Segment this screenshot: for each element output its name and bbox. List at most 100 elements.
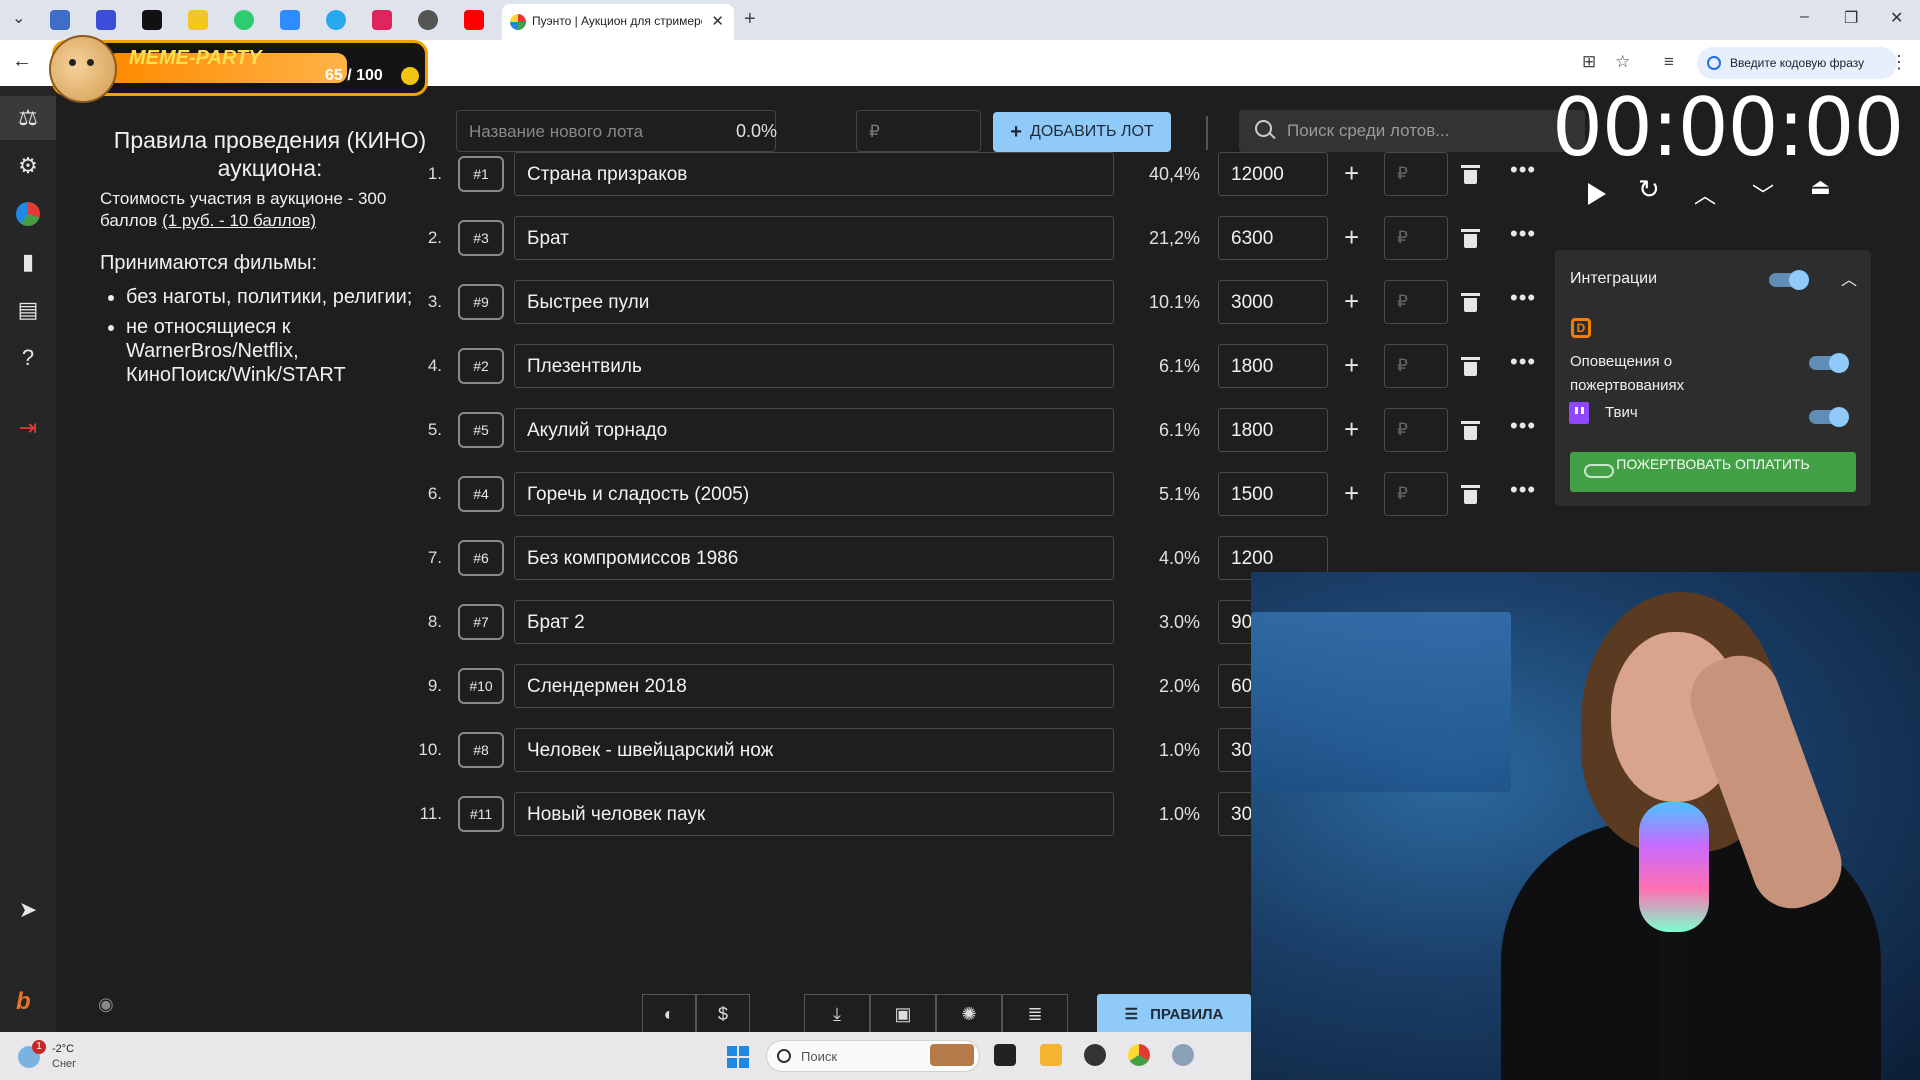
delete-trash-icon[interactable] <box>1458 290 1482 314</box>
lot-name-input[interactable]: Брат <box>514 216 1114 260</box>
close-window-icon[interactable]: ✕ <box>1890 8 1903 28</box>
timer-max-icon[interactable]: ⏏ <box>1810 174 1831 200</box>
timer-increase-icon[interactable]: ︿ <box>1694 178 1716 210</box>
dollar-icon[interactable]: $ <box>696 994 750 1034</box>
lot-amount-input[interactable]: 12000 <box>1218 152 1328 196</box>
passphrase-button[interactable]: Введите кодовую фразу <box>1697 47 1897 79</box>
save-icon[interactable]: ▣ <box>870 994 936 1034</box>
lot-amount-input[interactable]: 6300 <box>1218 216 1328 260</box>
taskbar-app-icon[interactable] <box>1084 1044 1106 1066</box>
statistics-bar-icon[interactable]: ▮ <box>0 240 56 284</box>
lot-search-input[interactable]: Поиск среди лотов... <box>1239 110 1585 152</box>
taskbar-widget-image[interactable] <box>930 1044 974 1066</box>
telegram-tab-icon[interactable] <box>326 10 346 30</box>
timer-decrease-icon[interactable]: ﹀ <box>1752 178 1774 210</box>
lot-add-amount-input[interactable]: ₽ <box>1384 152 1448 196</box>
lot-amount-input[interactable]: 1800 <box>1218 344 1328 388</box>
lot-add-amount-input[interactable]: ₽ <box>1384 216 1448 260</box>
github-icon[interactable]: ◐ <box>642 994 696 1034</box>
add-amount-plus-icon[interactable]: + <box>1344 414 1359 445</box>
settings-gear-icon[interactable]: ⚙ <box>0 144 56 188</box>
lot-amount-input[interactable]: 1500 <box>1218 472 1328 516</box>
delete-trash-icon[interactable] <box>1458 418 1482 442</box>
help-question-icon[interactable]: ? <box>0 336 56 380</box>
file-explorer-icon[interactable] <box>1040 1044 1062 1066</box>
settings-taskbar-icon[interactable] <box>1172 1044 1194 1066</box>
donate-button[interactable]: ПОЖЕРТВОВАТЬ ОПЛАТИТЬ <box>1570 452 1856 492</box>
lot-id-badge[interactable]: #2 <box>458 348 504 384</box>
youtube-tab-icon[interactable] <box>464 10 484 30</box>
lot-amount-input[interactable]: 1800 <box>1218 408 1328 452</box>
lot-name-input[interactable]: Горечь и сладость (2005) <box>514 472 1114 516</box>
restore-icon[interactable]: ❐ <box>1844 8 1858 28</box>
tab-favicon-3[interactable] <box>142 10 162 30</box>
close-tab-icon[interactable]: ✕ <box>711 12 724 30</box>
tab-favicon-2[interactable] <box>96 10 116 30</box>
new-lot-amount-input[interactable]: ₽ <box>856 110 981 152</box>
lot-id-badge[interactable]: #10 <box>458 668 504 704</box>
lot-add-amount-input[interactable]: ₽ <box>1384 408 1448 452</box>
delete-trash-icon[interactable] <box>1458 226 1482 250</box>
tab-favicon-6[interactable] <box>280 10 300 30</box>
reading-list-icon[interactable]: ≡ <box>1664 52 1674 72</box>
twitch-toggle[interactable] <box>1809 407 1849 427</box>
chrome-icon[interactable] <box>1128 1044 1150 1066</box>
lot-id-badge[interactable]: #11 <box>458 796 504 832</box>
lot-id-badge[interactable]: #5 <box>458 412 504 448</box>
add-amount-plus-icon[interactable]: + <box>1344 478 1359 509</box>
donations-toggle[interactable] <box>1809 353 1849 373</box>
integrations-toggle[interactable] <box>1769 270 1809 290</box>
add-amount-plus-icon[interactable]: + <box>1344 222 1359 253</box>
reset-icon[interactable]: ↻ <box>1638 174 1660 205</box>
more-options-icon[interactable]: ••• <box>1510 221 1536 247</box>
telegram-icon[interactable]: ➤ <box>0 888 56 932</box>
more-options-icon[interactable]: ••• <box>1510 477 1536 503</box>
lot-id-badge[interactable]: #4 <box>458 476 504 512</box>
task-view-icon[interactable] <box>994 1044 1016 1066</box>
delete-trash-icon[interactable] <box>1458 354 1482 378</box>
lot-id-badge[interactable]: #3 <box>458 220 504 256</box>
delete-trash-icon[interactable] <box>1458 482 1482 506</box>
lot-id-badge[interactable]: #1 <box>458 156 504 192</box>
tab-favicon-1[interactable] <box>50 10 70 30</box>
play-icon[interactable] <box>1588 183 1606 205</box>
new-tab-icon[interactable]: + <box>744 8 756 31</box>
tab-favicon-8[interactable] <box>372 10 392 30</box>
auction-gavel-icon[interactable]: ⚖ <box>0 96 56 140</box>
rules-button[interactable]: ☰ ПРАВИЛА <box>1097 994 1251 1034</box>
history-clipboard-icon[interactable]: ▤ <box>0 288 56 332</box>
active-tab[interactable]: Пуэнто | Аукцион для стримеров ✕ <box>502 4 734 40</box>
wheel-pie-icon[interactable] <box>0 192 56 236</box>
delete-trash-icon[interactable] <box>1458 162 1482 186</box>
chevron-up-icon[interactable]: ︿ <box>1841 266 1857 290</box>
bug-icon[interactable]: ✺ <box>936 994 1002 1034</box>
add-amount-plus-icon[interactable]: + <box>1344 350 1359 381</box>
clear-list-icon[interactable]: ≣ <box>1002 994 1068 1034</box>
more-options-icon[interactable]: ••• <box>1510 285 1536 311</box>
bookmark-star-icon[interactable]: ☆ <box>1615 52 1630 72</box>
windows-start-icon[interactable] <box>727 1046 749 1068</box>
lot-id-badge[interactable]: #9 <box>458 284 504 320</box>
new-lot-input[interactable]: Название нового лота <box>456 110 776 152</box>
translate-icon[interactable]: ⊞ <box>1582 52 1596 72</box>
add-amount-plus-icon[interactable]: + <box>1344 158 1359 189</box>
lot-name-input[interactable]: Быстрее пули <box>514 280 1114 324</box>
minimize-icon[interactable]: – <box>1800 8 1809 26</box>
lot-id-badge[interactable]: #6 <box>458 540 504 576</box>
lot-id-badge[interactable]: #8 <box>458 732 504 768</box>
visibility-eye-icon[interactable]: ◉ <box>98 994 114 1015</box>
lot-name-input[interactable]: Страна призраков <box>514 152 1114 196</box>
lot-id-badge[interactable]: #7 <box>458 604 504 640</box>
logout-icon[interactable]: ⇥ <box>0 406 56 450</box>
tab-favicon-5[interactable] <box>234 10 254 30</box>
lot-name-input[interactable]: Новый человек паук <box>514 792 1114 836</box>
lot-name-input[interactable]: Акулий торнадо <box>514 408 1114 452</box>
lot-name-input[interactable]: Без компромиссов 1986 <box>514 536 1114 580</box>
tab-favicon-9[interactable] <box>418 10 438 30</box>
tab-search-chevron-icon[interactable]: ⌄ <box>12 8 25 28</box>
lot-name-input[interactable]: Плезентвиль <box>514 344 1114 388</box>
add-lot-button[interactable]: + ДОБАВИТЬ ЛОТ <box>993 112 1171 152</box>
browser-menu-icon[interactable]: ⋮ <box>1890 52 1908 73</box>
back-arrow-icon[interactable]: ← <box>12 50 32 73</box>
add-amount-plus-icon[interactable]: + <box>1344 286 1359 317</box>
